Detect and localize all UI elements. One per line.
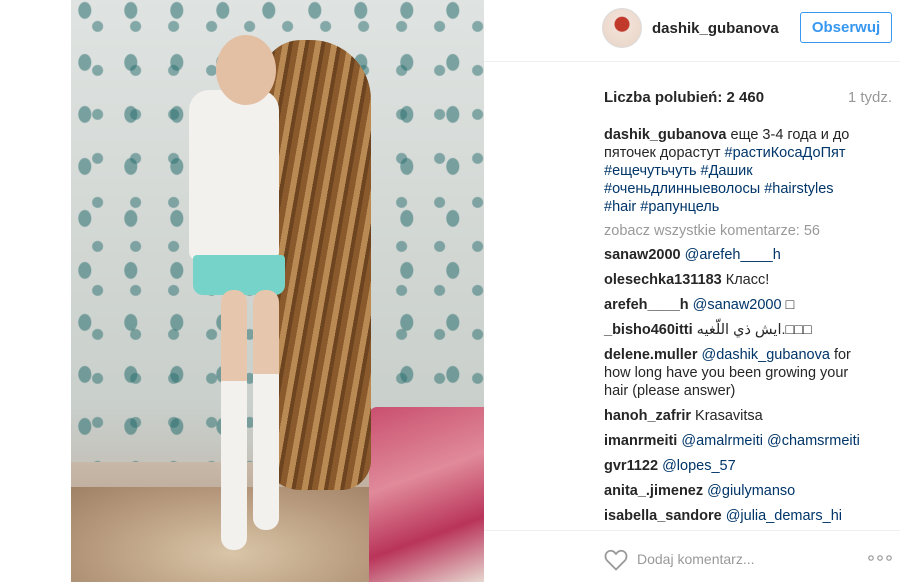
comment-text: □	[781, 297, 795, 313]
comment: _bisho460itti ايش ذي اللّغيه.□□□	[604, 321, 862, 339]
comment-username[interactable]: isabella_sandore	[604, 508, 722, 524]
comment: delene.muller @dashik_gubanova for how l…	[604, 346, 862, 400]
comment: anita_.jimenez @giulymanso	[604, 482, 862, 500]
comment: gvr1122 @lopes_57	[604, 457, 862, 475]
comment: sanaw2000 @arefeh____h	[604, 246, 862, 264]
comment-username[interactable]: gvr1122	[604, 458, 658, 474]
post-sidebar: dashik_gubanova Obserwuj Liczba polubień…	[484, 0, 900, 582]
hashtag[interactable]: #hairstyles	[764, 181, 833, 197]
comment-mention[interactable]: @giulymanso	[707, 483, 795, 499]
post-time[interactable]: 1 tydz.	[848, 89, 892, 106]
comment-mention[interactable]: @dashik_gubanova	[702, 347, 830, 363]
comment: isabella_sandore @julia_demars_hi	[604, 507, 862, 525]
avatar[interactable]	[602, 8, 642, 48]
post-header: dashik_gubanova Obserwuj	[484, 0, 900, 62]
caption-username[interactable]: dashik_gubanova	[604, 127, 726, 143]
comment-mention[interactable]: @amalrmeiti @chamsrmeiti	[681, 433, 860, 449]
sofa	[369, 407, 484, 582]
view-all-comments-link[interactable]: zobacz wszystkie komentarze: 56	[604, 222, 862, 240]
author-username[interactable]: dashik_gubanova	[652, 20, 779, 37]
hashtag[interactable]: #Дашик	[701, 163, 753, 179]
comment-username[interactable]: imanrmeiti	[604, 433, 677, 449]
hashtag[interactable]: #рапунцель	[640, 199, 719, 215]
more-dots-icon[interactable]	[868, 555, 892, 561]
add-comment-input[interactable]: Dodaj komentarz...	[637, 551, 755, 567]
heart-outline-icon[interactable]	[604, 549, 628, 571]
tshirt	[189, 90, 279, 260]
comment: olesechka131183 Класс!	[604, 271, 862, 289]
comment: imanrmeiti @amalrmeiti @chamsrmeiti	[604, 432, 862, 450]
likes-count[interactable]: Liczba polubień: 2 460	[604, 89, 764, 106]
comments-list: dashik_gubanova еще 3-4 года и до пяточе…	[604, 126, 862, 532]
comment-text: Krasavitsa	[695, 408, 763, 424]
comment-mention[interactable]: @sanaw2000	[693, 297, 782, 313]
hashtag[interactable]: #оченьдлинныеволосы	[604, 181, 760, 197]
post-footer: Dodaj komentarz...	[484, 530, 900, 582]
comment-text: Класс!	[725, 272, 770, 288]
comment-mention[interactable]: @julia_demars_hi	[726, 508, 842, 524]
comment-username[interactable]: _bisho460itti	[604, 322, 693, 338]
post-photo[interactable]	[71, 0, 484, 582]
leg	[253, 290, 279, 530]
leg	[221, 290, 247, 550]
hashtag[interactable]: #hair	[604, 199, 636, 215]
comment-mention[interactable]: @arefeh____h	[685, 247, 781, 263]
comment: arefeh____h @sanaw2000 □	[604, 296, 862, 314]
comment-username[interactable]: olesechka131183	[604, 272, 722, 288]
hashtag[interactable]: #растиКосаДоПят	[725, 145, 846, 161]
comment-username[interactable]: sanaw2000	[604, 247, 681, 263]
comment-username[interactable]: delene.muller	[604, 347, 697, 363]
comment-username[interactable]: anita_.jimenez	[604, 483, 703, 499]
follow-button[interactable]: Obserwuj	[800, 12, 892, 43]
shorts	[193, 255, 285, 295]
head	[216, 35, 276, 105]
comment-text: ايش ذي اللّغيه.□□□	[696, 322, 812, 338]
caption: dashik_gubanova еще 3-4 года и до пяточе…	[604, 126, 862, 216]
comment: hanoh_zafrir Krasavitsa	[604, 407, 862, 425]
hashtag[interactable]: #ещечутьчуть	[604, 163, 697, 179]
comment-username[interactable]: arefeh____h	[604, 297, 689, 313]
comment-username[interactable]: hanoh_zafrir	[604, 408, 691, 424]
comment-mention[interactable]: @lopes_57	[662, 458, 736, 474]
